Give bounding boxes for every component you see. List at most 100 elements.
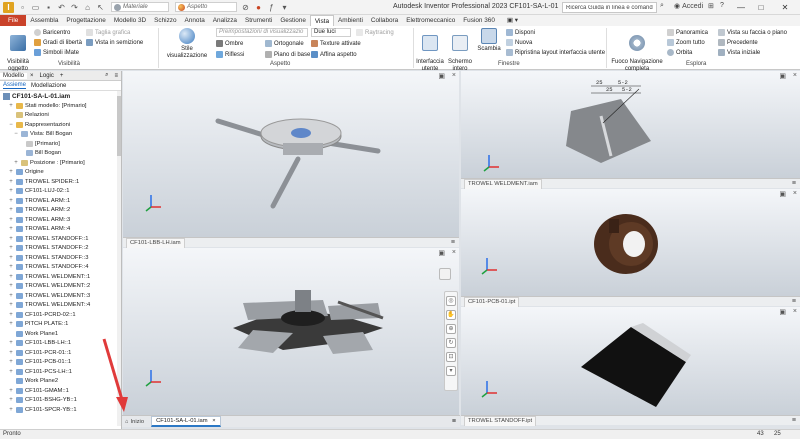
open-folder-icon[interactable]: ▭ xyxy=(31,3,40,12)
signin-button[interactable]: ◉ Accedi xyxy=(674,2,703,11)
full-screen-button[interactable]: Schermo intero xyxy=(447,28,473,72)
tab-elettromeccanico[interactable]: Elettromeccanico xyxy=(402,15,459,26)
visual-style-button[interactable]: Stile visualizzazione xyxy=(162,28,212,59)
tree-item[interactable]: + CF101-LUJ-02::1 xyxy=(0,187,121,197)
viewport-main-assembly[interactable]: ▣ × xyxy=(123,248,459,415)
nav-look-at-icon[interactable]: ⊡ xyxy=(446,352,456,362)
fx-icon[interactable]: ƒ xyxy=(267,3,276,12)
tree-expand-icon[interactable]: + xyxy=(8,359,14,365)
tab-annota[interactable]: Annota xyxy=(181,15,209,26)
browser-menu-icon[interactable]: ≡ xyxy=(111,73,121,79)
tree-expand-icon[interactable]: + xyxy=(8,236,14,242)
tree-item[interactable]: + PITCH PLATE::1 xyxy=(0,320,121,330)
subtab-modeling[interactable]: Modellazione xyxy=(31,83,66,89)
reset-ui-layout-button[interactable]: Ripristina layout interfaccia utente xyxy=(506,49,605,56)
tab-fusion-360[interactable]: Fusion 360 xyxy=(459,15,499,26)
tab-assembla[interactable]: Assembla xyxy=(26,15,62,26)
look-at-button[interactable]: Vista su faccia o piano xyxy=(718,29,787,36)
nav-pan-icon[interactable]: ✋ xyxy=(446,310,456,320)
viewport-restore-icon[interactable]: ▣ xyxy=(438,249,445,257)
tree-item[interactable]: + TROWEL WELDMENT::1 xyxy=(0,272,121,282)
viewport-menu-icon[interactable]: ≡ xyxy=(792,297,796,306)
viewport-tab-trowel-weldment[interactable]: TROWEL WELDMENT.iam xyxy=(464,179,542,189)
viewport-close-icon[interactable]: × xyxy=(793,72,797,79)
tree-expand-icon[interactable]: + xyxy=(8,198,14,204)
tree-expand-icon[interactable]: + xyxy=(8,369,14,375)
tree-expand-icon[interactable]: + xyxy=(8,207,14,213)
ribbon-options-icon[interactable]: ▣ ▾ xyxy=(503,15,522,26)
display-presets-dropdown[interactable]: Preimpostazioni di visualizzazio xyxy=(216,28,308,37)
measure-icon[interactable]: ⊘ xyxy=(241,3,250,12)
subtab-assembly[interactable]: Assieme xyxy=(3,82,27,89)
shadows-button[interactable]: Ombre xyxy=(216,40,243,47)
cart-icon[interactable]: ⊞ xyxy=(708,2,714,10)
maximize-button[interactable]: □ xyxy=(752,0,770,15)
save-icon[interactable]: ▪ xyxy=(44,3,53,12)
viewport-menu-icon[interactable]: ≡ xyxy=(451,238,455,247)
tree-expand-icon[interactable]: + xyxy=(8,350,14,356)
tree-item[interactable]: + TROWEL ARM::1 xyxy=(0,196,121,206)
tree-expand-icon[interactable]: + xyxy=(8,293,14,299)
tree-item[interactable]: + TROWEL STANDOFF::3 xyxy=(0,253,121,263)
tree-expand-icon[interactable]: + xyxy=(8,283,14,289)
zoom-all-button[interactable]: Zoom tutto xyxy=(667,39,705,46)
tree-item[interactable]: + TROWEL ARM::4 xyxy=(0,225,121,235)
tab-strumenti[interactable]: Strumenti xyxy=(241,15,276,26)
color-override-icon[interactable]: ● xyxy=(254,3,263,12)
degrees-of-freedom-button[interactable]: Gradi di libertà xyxy=(34,39,82,46)
full-navigation-wheel-button[interactable]: Fuoco Navigazione completa xyxy=(610,28,664,72)
tree-expand-icon[interactable]: + xyxy=(8,312,14,318)
tree-expand-icon[interactable]: + xyxy=(8,302,14,308)
viewport-restore-icon[interactable]: ▣ xyxy=(779,190,786,198)
viewport-restore-icon[interactable]: ▣ xyxy=(779,308,786,316)
tab-schizzo[interactable]: Schizzo xyxy=(150,15,180,26)
tree-expand-icon[interactable]: − xyxy=(8,122,14,128)
browser-tab-model[interactable]: Modello xyxy=(0,72,28,79)
tree-expand-icon[interactable]: + xyxy=(8,264,14,270)
tree-expand-icon[interactable]: + xyxy=(8,255,14,261)
viewport-trowel-standoff[interactable]: ▣ × xyxy=(461,307,800,415)
tree-item[interactable]: + Stati modello: [Primario] xyxy=(0,101,121,111)
viewcube-icon[interactable] xyxy=(439,268,451,280)
tree-item[interactable]: Bill Bogan xyxy=(0,149,121,159)
tree-item[interactable]: + TROWEL ARM::3 xyxy=(0,215,121,225)
close-button[interactable]: ✕ xyxy=(776,0,794,15)
browser-tab-logic[interactable]: Logic xyxy=(37,73,57,79)
help-icon[interactable]: ? xyxy=(720,2,724,9)
nav-wheel-icon[interactable]: ◎ xyxy=(446,296,456,306)
viewport-restore-icon[interactable]: ▣ xyxy=(438,72,445,80)
viewport-pcb-01[interactable]: ▣ × xyxy=(461,189,800,296)
tree-expand-icon[interactable]: + xyxy=(8,217,14,223)
tree-root[interactable]: CF101-SA-L-01.iam xyxy=(0,91,121,101)
tab-ambienti[interactable]: Ambienti xyxy=(334,15,367,26)
minimize-button[interactable]: — xyxy=(732,0,750,15)
home-icon[interactable]: ⌂ xyxy=(83,3,92,12)
document-tab-close-icon[interactable]: × xyxy=(212,418,215,424)
tree-item[interactable]: − Vista: Bill Bogan xyxy=(0,130,121,140)
tab-modello-3d[interactable]: Modello 3D xyxy=(110,15,150,26)
tree-expand-icon[interactable]: + xyxy=(8,169,14,175)
home-tab[interactable]: ⌂ Inizio xyxy=(122,419,147,425)
viewport-tab-lbb-lh[interactable]: CF101-LBB-LH.iam xyxy=(126,238,185,248)
tab-gestione[interactable]: Gestione xyxy=(276,15,310,26)
tree-item[interactable]: + TROWEL STANDOFF::4 xyxy=(0,263,121,273)
viewport-restore-icon[interactable]: ▣ xyxy=(779,72,786,80)
search-icon[interactable]: ⌕ xyxy=(660,2,664,10)
viewport-menu-icon[interactable]: ≡ xyxy=(792,416,796,425)
tree-item[interactable]: + CF101-PCRD-02::1 xyxy=(0,310,121,320)
object-visibility-button[interactable]: Visibilità oggetto xyxy=(4,28,32,72)
viewport-lbb-lh[interactable]: ▣ × xyxy=(123,71,459,237)
tree-item[interactable]: + TROWEL STANDOFF::1 xyxy=(0,234,121,244)
tree-expand-icon[interactable]: + xyxy=(8,274,14,280)
viewport-close-icon[interactable]: × xyxy=(452,72,456,79)
new-window-button[interactable]: Nuova xyxy=(506,39,532,46)
inventor-logo-icon[interactable]: I xyxy=(3,1,14,13)
orthographic-button[interactable]: Ortogonale xyxy=(265,40,304,47)
tree-expand-icon[interactable]: + xyxy=(8,245,14,251)
tree-item[interactable]: + TROWEL SPIDER::1 xyxy=(0,177,121,187)
browser-tab-add[interactable]: + xyxy=(57,73,67,79)
document-tabs-menu-icon[interactable]: ≡ xyxy=(452,418,456,425)
browser-tab-close-icon[interactable]: × xyxy=(27,73,37,79)
previous-view-button[interactable]: Precedente xyxy=(718,39,758,46)
arrange-button[interactable]: Disponi xyxy=(506,29,535,36)
